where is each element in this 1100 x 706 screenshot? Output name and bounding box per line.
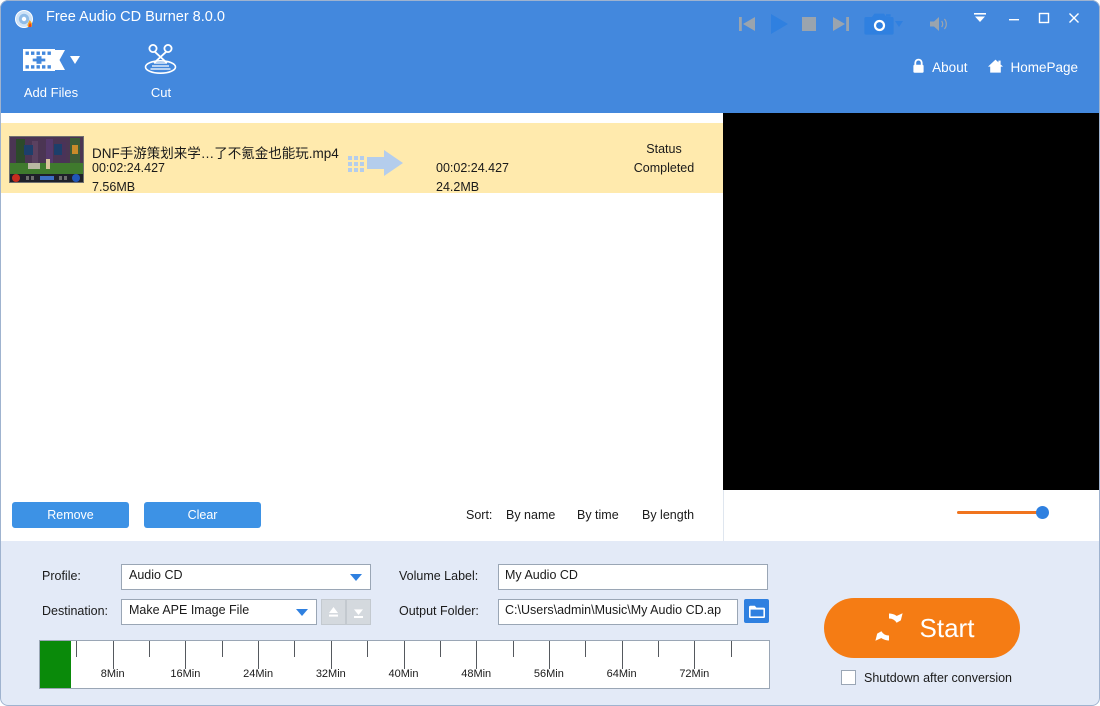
home-icon (987, 58, 1004, 77)
sort-by-time-button[interactable]: By time (577, 508, 619, 522)
cut-label: Cut (150, 85, 172, 100)
shutdown-checkbox[interactable] (841, 670, 856, 685)
list-action-bar: Remove Clear Sort: By name By time By le… (0, 494, 723, 541)
volume-slider-track[interactable] (957, 511, 1042, 514)
capacity-ruler: 8Min 16Min 24Min 32Min 40Min 48Min 56Min 64Min 7… (39, 640, 770, 689)
destination-select[interactable]: Make APE Image File (121, 599, 317, 625)
ruler-tick (330, 641, 332, 669)
video-preview[interactable] (723, 113, 1100, 490)
ruler-tick-label: 72Min (679, 668, 710, 680)
skip-next-icon[interactable] (829, 12, 853, 36)
sort-by-length-button[interactable]: By length (642, 508, 694, 522)
ruler-tick (657, 641, 659, 657)
cd-flame-icon (14, 8, 36, 30)
application-window: Free Audio CD Burner 8.0.0 Add Files Cut… (0, 0, 1100, 706)
ruler-tick (294, 641, 296, 657)
ruler-tick (512, 641, 514, 657)
skin-chevron-icon[interactable] (966, 6, 994, 30)
volume-slider-knob[interactable] (1036, 506, 1049, 519)
file-size: 7.56MB (92, 180, 136, 194)
output-duration: 00:02:24.427 (436, 161, 509, 175)
profile-select[interactable]: Audio CD (121, 564, 371, 590)
scissors-icon (141, 40, 181, 80)
destination-label: Destination: (42, 604, 109, 618)
sort-label: Sort: (466, 508, 493, 522)
move-up-icon[interactable] (321, 599, 346, 625)
table-row[interactable]: DNF手游策划来学…了不氪金也能玩.mp4 00:02:24.427 7.56M… (0, 123, 723, 194)
profile-label: Profile: (42, 569, 81, 583)
maximize-icon[interactable] (1030, 6, 1058, 30)
ruler-tick (694, 641, 696, 669)
window-title: Free Audio CD Burner 8.0.0 (46, 9, 225, 25)
ruler-tick (548, 641, 550, 669)
ruler-tick-label: 16Min (170, 668, 201, 680)
destination-value: Make APE Image File (129, 603, 250, 617)
move-down-icon[interactable] (346, 599, 371, 625)
ruler-tick-label: 8Min (100, 668, 125, 680)
convert-arrow-icon (348, 149, 404, 177)
file-duration: 00:02:24.427 (92, 161, 165, 175)
start-label: Start (919, 612, 975, 643)
ruler-tick (185, 641, 187, 669)
close-icon[interactable] (1060, 6, 1088, 30)
about-link[interactable]: About (911, 58, 967, 77)
video-thumbnail (9, 136, 84, 183)
chevron-down-icon (350, 574, 362, 581)
ruler-tick-label: 40Min (388, 668, 419, 680)
add-files-icon (20, 40, 82, 80)
capacity-fill (40, 641, 71, 688)
play-icon[interactable] (766, 11, 792, 37)
volume-label-value: My Audio CD (505, 568, 578, 582)
ruler-tick (403, 641, 405, 669)
output-size: 24.2MB (436, 180, 480, 194)
ruler-tick (439, 641, 441, 657)
ruler-tick-label: 64Min (606, 668, 637, 680)
ruler-tick-label: 48Min (461, 668, 492, 680)
volume-label-field[interactable]: My Audio CD (498, 564, 768, 590)
camera-icon[interactable] (864, 11, 904, 37)
file-name: DNF手游策划来学…了不氪金也能玩.mp4 (92, 146, 339, 161)
ruler-tick (76, 641, 78, 657)
ruler-tick (621, 641, 623, 669)
skip-previous-icon[interactable] (735, 12, 759, 36)
cut-button[interactable]: Cut (133, 40, 189, 100)
shutdown-label: Shutdown after conversion (864, 670, 1013, 685)
stop-icon[interactable] (798, 13, 820, 35)
ruler-tick-label: 24Min (243, 668, 274, 680)
ruler-tick (112, 641, 114, 669)
output-folder-label: Output Folder: (399, 604, 479, 618)
output-folder-value: C:\Users\admin\Music\My Audio CD.ap (505, 603, 722, 617)
folder-icon[interactable] (744, 599, 769, 623)
profile-value: Audio CD (129, 568, 183, 582)
ruler-tick (149, 641, 151, 657)
ruler-tick (476, 641, 478, 669)
ruler-tick (730, 641, 732, 657)
minimize-icon[interactable] (1000, 6, 1028, 30)
corner-links: About HomePage (911, 58, 1078, 77)
shutdown-checkbox-row[interactable]: Shutdown after conversion (841, 670, 1012, 685)
remove-button[interactable]: Remove (12, 502, 129, 528)
refresh-circular-icon (870, 608, 908, 649)
ruler-tick (585, 641, 587, 657)
homepage-link[interactable]: HomePage (987, 58, 1078, 77)
clear-button[interactable]: Clear (144, 502, 261, 528)
output-folder-field[interactable]: C:\Users\admin\Music\My Audio CD.ap (498, 599, 738, 625)
homepage-label: HomePage (1010, 60, 1078, 75)
lock-icon (911, 58, 926, 77)
file-list: DNF手游策划来学…了不氪金也能玩.mp4 00:02:24.427 7.56M… (0, 113, 723, 494)
start-button[interactable]: Start (824, 598, 1020, 658)
ruler-tick (367, 641, 369, 657)
ruler-tick-label: 32Min (315, 668, 346, 680)
volume-label-label: Volume Label: (399, 569, 479, 583)
sort-by-name-button[interactable]: By name (506, 508, 555, 522)
ruler-tick (258, 641, 260, 669)
speaker-icon[interactable] (929, 14, 951, 34)
add-files-label: Add Files (23, 85, 79, 100)
add-files-button[interactable]: Add Files (12, 40, 90, 100)
chevron-down-icon (296, 609, 308, 616)
ruler-tick-label: 56Min (533, 668, 564, 680)
ruler-tick (221, 641, 223, 657)
about-label: About (932, 60, 968, 75)
